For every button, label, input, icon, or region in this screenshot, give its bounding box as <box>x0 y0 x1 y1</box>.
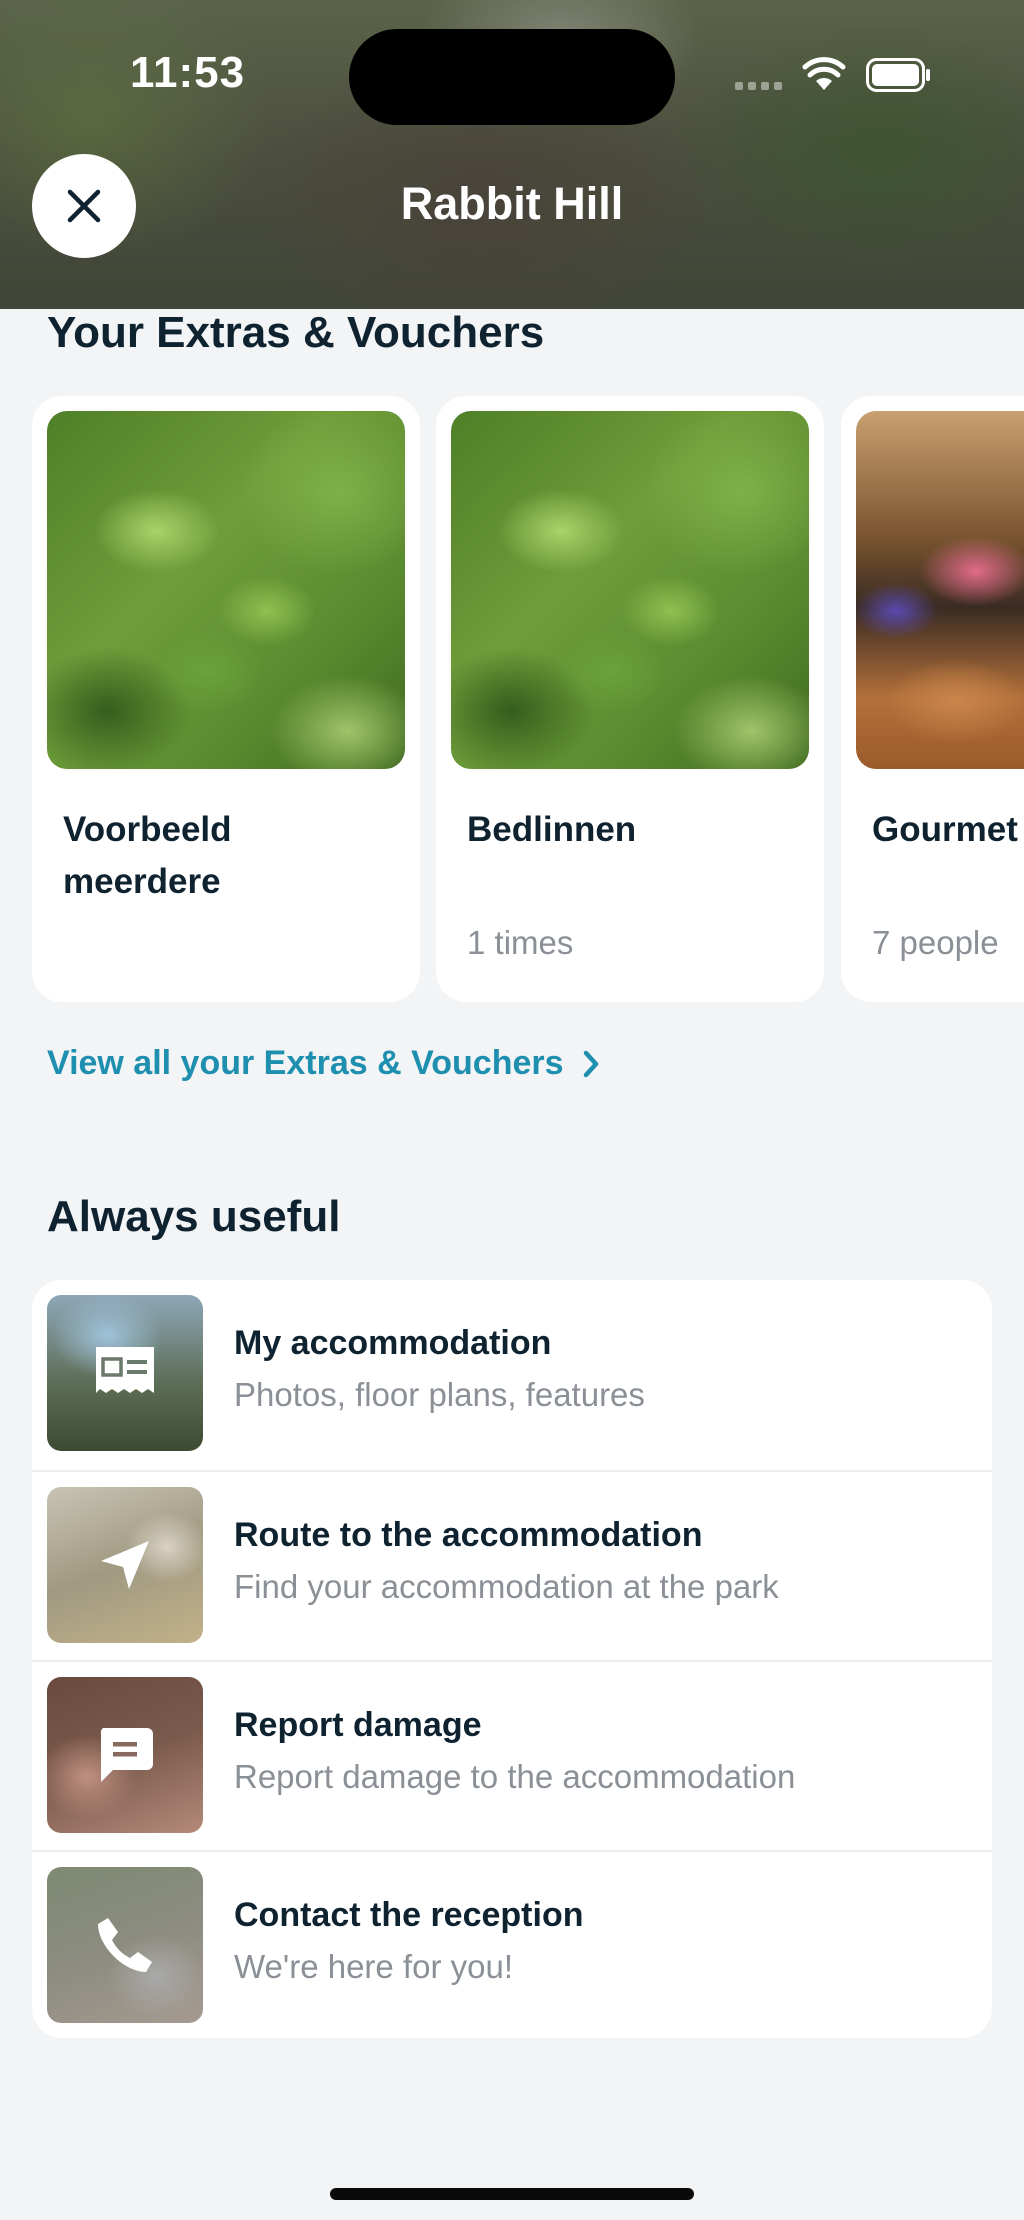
extra-card-title: Bedlinnen <box>467 810 637 849</box>
extra-card-subtitle: 1 times <box>467 924 574 961</box>
list-item-title: Report damage <box>234 1706 482 1744</box>
extra-card[interactable]: Gourmet 7 people <box>841 396 1024 1002</box>
battery-icon <box>866 58 930 92</box>
view-all-extras-link[interactable]: View all your Extras & Vouchers <box>47 1044 600 1083</box>
message-icon <box>100 1728 153 1782</box>
extra-card-image <box>47 411 405 769</box>
extra-card[interactable]: Bedlinnen 1 times <box>436 396 824 1002</box>
list-item-thumbnail <box>47 1487 203 1643</box>
header-hero-image: 11:53 Rabbit Hill <box>0 0 1024 309</box>
list-item-title: My accommodation <box>234 1324 552 1362</box>
extra-card-image <box>451 411 809 769</box>
list-item-route[interactable]: Route to the accommodation Find your acc… <box>32 1470 992 1662</box>
navigation-arrow-icon <box>101 1541 149 1589</box>
useful-section-title: Always useful <box>47 1192 341 1241</box>
home-indicator[interactable] <box>330 2188 694 2200</box>
extra-card-title: Gourmet <box>872 810 1018 849</box>
list-item-subtitle: Photos, floor plans, features <box>234 1376 645 1413</box>
extra-card-image <box>856 411 1024 769</box>
list-item-title: Contact the reception <box>234 1896 584 1934</box>
view-all-extras-label: View all your Extras & Vouchers <box>47 1044 564 1082</box>
extra-card[interactable]: Voorbeeld meerdere <box>32 396 420 1002</box>
phone-icon <box>98 1918 152 1972</box>
list-item-report-damage[interactable]: Report damage Report damage to the accom… <box>32 1660 992 1852</box>
dynamic-island <box>349 29 675 125</box>
extras-carousel[interactable]: Voorbeeld meerdere Bedlinnen 1 times Gou… <box>0 396 1024 1004</box>
page-title: Rabbit Hill <box>400 178 624 229</box>
list-item-subtitle: Report damage to the accommodation <box>234 1758 796 1795</box>
list-item-my-accommodation[interactable]: My accommodation Photos, floor plans, fe… <box>32 1280 992 1470</box>
list-item-thumbnail <box>47 1867 203 2023</box>
list-item-title: Route to the accommodation <box>234 1516 703 1554</box>
extra-card-title: Voorbeeld meerdere <box>63 810 232 901</box>
status-time: 11:53 <box>130 48 246 97</box>
useful-list: My accommodation Photos, floor plans, fe… <box>32 1280 992 2038</box>
extras-section-title: Your Extras & Vouchers <box>47 308 545 357</box>
wifi-icon <box>802 57 846 90</box>
chevron-right-icon <box>583 1050 598 1077</box>
extra-card-subtitle: 7 people <box>872 924 999 961</box>
id-card-icon <box>96 1347 154 1393</box>
list-item-thumbnail <box>47 1677 203 1833</box>
list-item-subtitle: Find your accommodation at the park <box>234 1568 779 1605</box>
cellular-signal-icon <box>735 82 782 90</box>
list-item-contact-reception[interactable]: Contact the reception We're here for you… <box>32 1850 992 2038</box>
list-item-subtitle: We're here for you! <box>234 1948 513 1985</box>
list-item-thumbnail <box>47 1295 203 1451</box>
